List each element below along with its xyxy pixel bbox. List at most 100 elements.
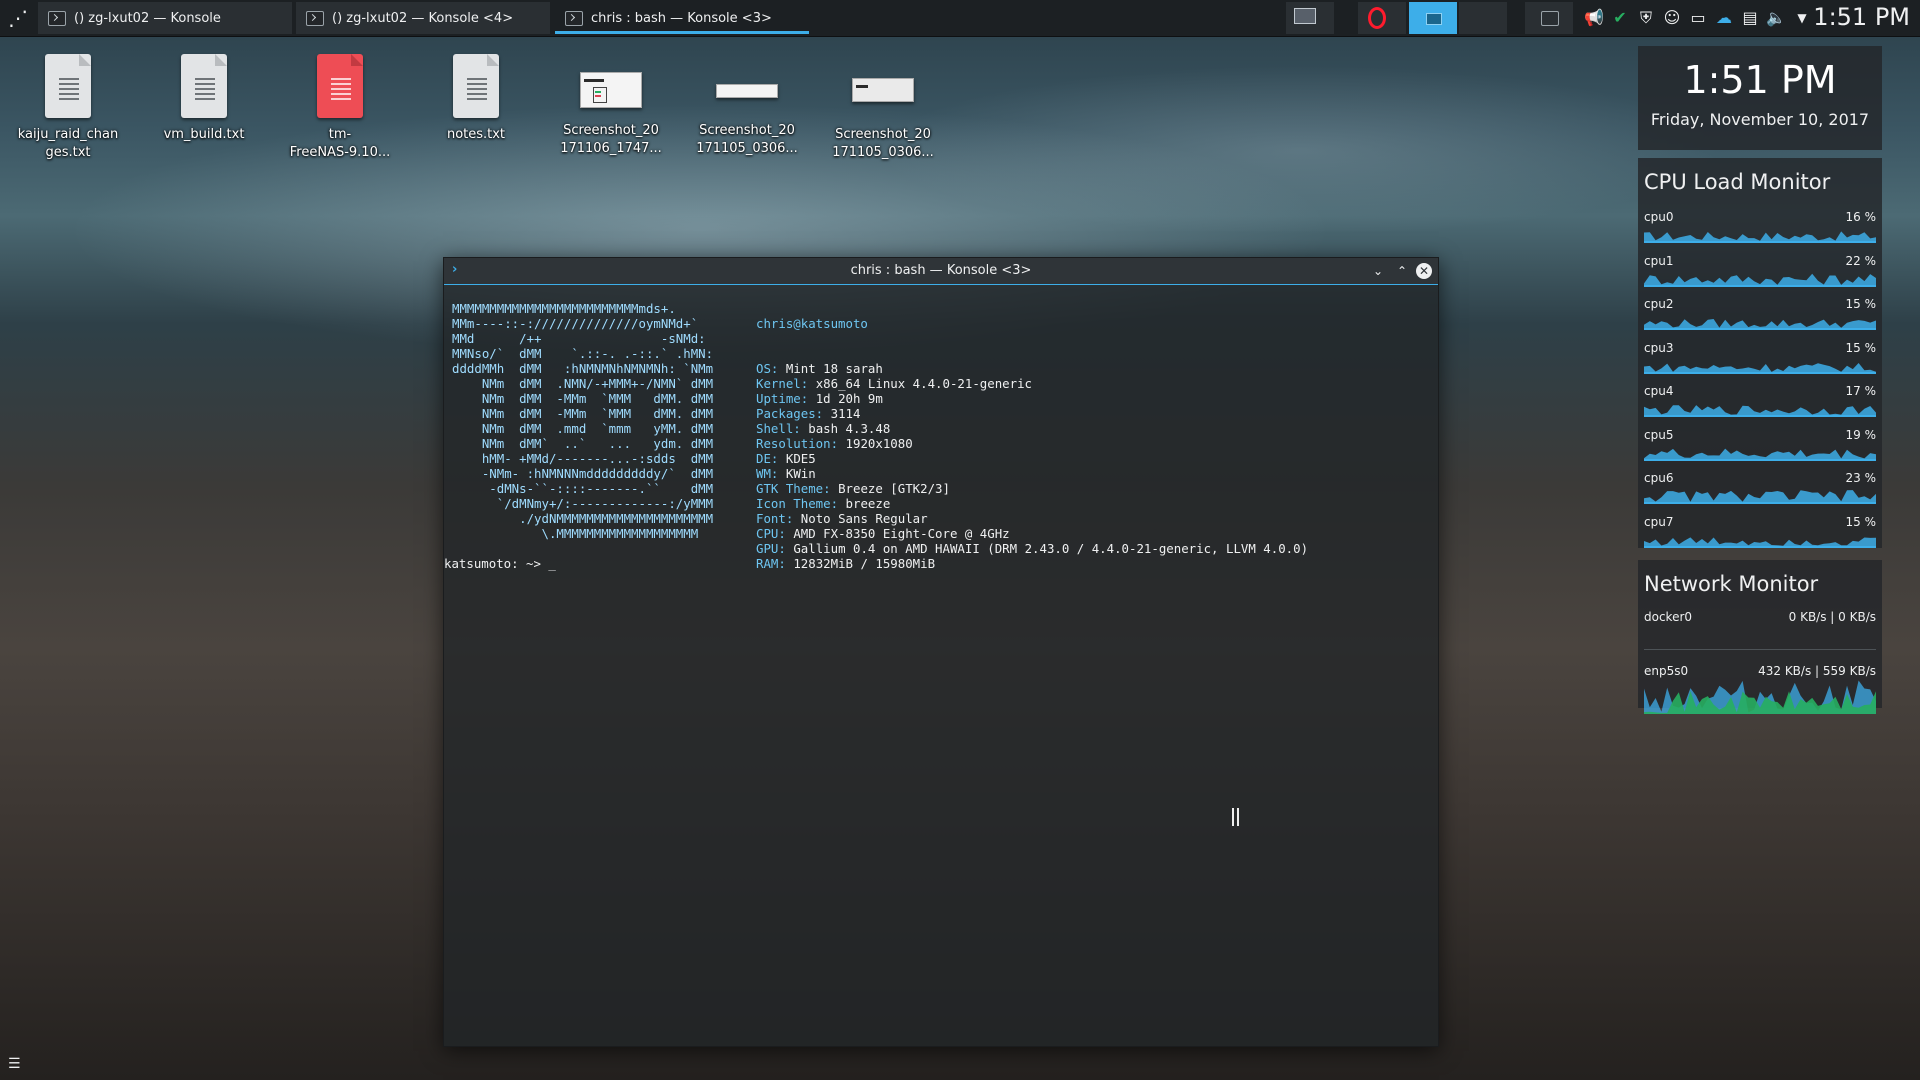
close-button[interactable]: ✕ [1416,263,1432,279]
desktop-icon-kaiju-raid-changes[interactable]: kaiju_raid_chan ges.txt [8,54,128,162]
field-value: KDE5 [785,451,816,466]
field-key: GPU: [756,541,786,556]
cpu-load-graph [1644,448,1876,461]
field-key: Resolution: [756,436,839,451]
cpu-row-cpu5: cpu5 19 % [1644,428,1876,468]
desktop-icon-label: notes.txt [446,127,506,142]
clipboard-icon[interactable]: ▤ [1740,8,1760,28]
ascii-line: ddddMMh dMM :hNMNMNhNMNMNh: `NMm [452,361,714,376]
neofetch-field: DE: KDE5 [756,451,1308,466]
konsole-window[interactable]: › chris : bash — Konsole <3> ⌄ ⌃ ✕ MMMMM… [443,257,1439,1047]
cpu-monitor-title: CPU Load Monitor [1644,170,1831,194]
maximize-button[interactable]: ⌃ [1394,263,1410,279]
neofetch-field: RAM: 12832MiB / 15980MiB [756,556,1308,571]
window-titlebar[interactable]: › chris : bash — Konsole <3> ⌄ ⌃ ✕ [444,258,1438,285]
monitor-icon[interactable]: ▭ [1688,8,1708,28]
pager-desktop-5[interactable] [1525,2,1573,34]
cpu-value: 16 % [1845,210,1877,224]
pager-desktop-1[interactable] [1286,2,1334,34]
neofetch-field: GPU: Gallium 0.4 on AMD HAWAII (DRM 2.43… [756,541,1308,556]
ascii-line: NMm dMM -MMm `MMM dMM. dMM [452,391,714,406]
top-panel: ⋰ () zg-lxut02 — Konsole () zg-lxut02 — … [0,0,1920,37]
neofetch-field: Shell: bash 4.3.48 [756,421,1308,436]
field-value: Mint 18 sarah [785,361,883,376]
task-label: () zg-lxut02 — Konsole [74,11,221,26]
application-launcher-icon[interactable]: ⋰ [6,6,30,30]
desktop-icon-label: kaiju_raid_chan ges.txt [17,127,119,160]
field-key: RAM: [756,556,786,571]
cpu-load-graph [1644,319,1876,330]
ascii-line: NMm dMM -MMm `MMM dMM. dMM [452,406,714,421]
image-thumbnail-icon [852,78,914,102]
desktop-icon-label: Screenshot_20 171105_0306... [696,123,798,156]
desktop-icon-screenshot-3[interactable]: Screenshot_20 171105_0306... [823,54,943,162]
terminal-icon [565,11,583,26]
neofetch-field: Kernel: x86_64 Linux 4.4.0-21-generic [756,376,1308,391]
desktop-icon-notes[interactable]: notes.txt [416,54,536,144]
panel-clock[interactable]: 1:51 PM [1813,3,1910,31]
network-monitor-title: Network Monitor [1644,572,1819,596]
volume-icon[interactable]: 🔈 [1766,8,1786,28]
ascii-line: -NMm- :hNMNNNmdddddddddy/` dMM [452,466,714,481]
cpu-load-graph [1644,273,1876,287]
task-konsole-chris-bash[interactable]: chris : bash — Konsole <3> [555,2,809,34]
opera-icon [1368,7,1386,29]
clock-time: 1:51 PM [1683,58,1837,102]
network-monitor-widget[interactable]: Network Monitor docker0 0 KB/s | 0 KB/s en… [1638,560,1882,714]
neofetch-field: WM: KWin [756,466,1308,481]
desktop-icon-label: vm_build.txt [163,127,245,142]
task-konsole-zg-lxut02-4[interactable]: () zg-lxut02 — Konsole <4> [296,2,550,34]
field-value: breeze [845,496,891,511]
desktop-icon-label: Screenshot_20 171105_0306... [832,127,934,160]
field-value: x86_64 Linux 4.4.0-21-generic [815,376,1033,391]
desktop-icon-label: tm- FreeNAS-9.10... [289,127,391,160]
cpu-row-cpu3: cpu3 15 % [1644,341,1876,381]
field-key: Shell: [756,421,801,436]
shell-prompt[interactable]: katsumoto: ~> _ [444,556,556,571]
cpu-row-cpu7: cpu7 15 % [1644,515,1876,555]
cpu-row-cpu6: cpu6 23 % [1644,471,1876,511]
text-file-icon [453,54,499,118]
shield-icon[interactable]: ⛨ [1636,8,1656,28]
text-file-icon [45,54,91,118]
cloud-icon[interactable]: ☁ [1714,8,1734,28]
pager-desktop-3[interactable] [1409,2,1457,34]
field-value: 1d 20h 9m [815,391,883,406]
digital-clock-widget[interactable]: 1:51 PM Friday, November 10, 2017 [1638,46,1882,150]
text-file-icon [181,54,227,118]
field-key: CPU: [756,526,786,541]
field-key: DE: [756,451,779,466]
cpu-value: 19 % [1845,427,1877,442]
cpu-value: 22 % [1845,253,1877,268]
cpu-name: cpu3 [1644,340,1674,355]
desktop-icon-label: Screenshot_20 171106_1747... [560,123,662,156]
desktop-icon-tm-freenas[interactable]: tm- FreeNAS-9.10... [280,54,400,162]
desktop-icon-vm-build[interactable]: vm_build.txt [144,54,264,144]
image-thumbnail-icon [580,72,642,108]
desktop-icon-screenshot-2[interactable]: Screenshot_20 171105_0306... [687,54,807,158]
pager-desktop-2[interactable] [1358,2,1406,34]
pager-desktop-4[interactable] [1459,2,1507,34]
image-thumbnail-icon [716,84,778,98]
cpu-load-monitor-widget[interactable]: CPU Load Monitor cpu0 16 % cpu1 22 % cpu2 15 … [1638,158,1882,548]
notification-icon[interactable]: 📢 [1584,8,1604,28]
minimize-button[interactable]: ⌄ [1370,263,1386,279]
neofetch-field: OS: Mint 18 sarah [756,361,1308,376]
check-icon[interactable]: ✔ [1610,8,1630,28]
expand-arrow-icon[interactable]: ▼ [1792,8,1812,28]
ascii-line: ./ydNMMMMMMMMMMMMMMMMMMMMM [452,511,714,526]
ascii-line: \.MMMMMMMMMMMMMMMMMMM [452,526,699,541]
task-konsole-zg-lxut02[interactable]: () zg-lxut02 — Konsole [38,2,292,34]
hamburger-menu-icon[interactable]: ☰ [8,1056,21,1072]
user-icon[interactable]: ☺ [1662,8,1682,28]
cpu-row-cpu2: cpu2 15 % [1644,297,1876,337]
mint-ascii-logo: MMMMMMMMMMMMMMMMMMMMMMMMMmds+. MMm----::-… [452,301,713,541]
cpu-value: 17 % [1845,384,1877,398]
cpu-load-graph [1644,362,1876,374]
cpu-load-graph [1644,490,1876,504]
desktop-icon-screenshot-1[interactable]: Screenshot_20 171106_1747... [551,54,671,158]
terminal-area[interactable]: MMMMMMMMMMMMMMMMMMMMMMMMMmds+. MMm----::-… [444,285,1438,1046]
cpu-row-cpu1: cpu1 22 % [1644,254,1876,294]
ascii-line: MMd /++ -sNMd: [452,331,706,346]
neofetch-field: Packages: 3114 [756,406,1308,421]
